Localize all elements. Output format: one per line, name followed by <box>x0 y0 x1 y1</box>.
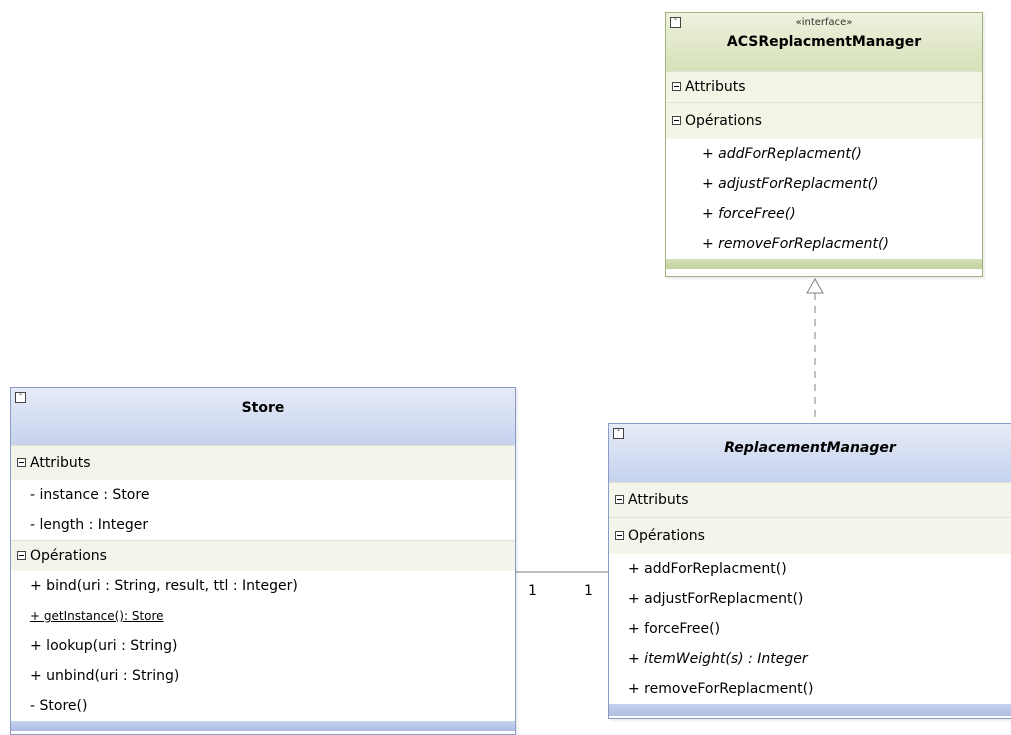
realization-arrowhead <box>806 277 824 294</box>
class-footer <box>609 704 1011 716</box>
operation-row[interactable]: + removeForReplacment() <box>666 229 982 259</box>
section-label: Attributs <box>685 79 746 95</box>
class-name: Store <box>241 400 285 416</box>
replacement-multiplicity: 1 <box>584 583 593 599</box>
operations-section[interactable]: Opérations <box>666 102 982 139</box>
operation-row[interactable]: + forceFree() <box>666 199 982 229</box>
collapse-icon[interactable]: ˆ <box>613 428 624 439</box>
collapse-section-icon[interactable] <box>17 457 26 467</box>
operation-row-static[interactable]: + getInstance(): Store <box>11 601 515 631</box>
operation-row[interactable]: + bind(uri : String, result, ttl : Integ… <box>11 571 515 601</box>
section-label: Attributs <box>628 492 689 508</box>
store-class-box[interactable]: ˆ Store Attributs - instance : Store - l… <box>10 387 516 735</box>
collapse-section-icon[interactable] <box>672 81 681 91</box>
operations-section[interactable]: Opérations <box>11 540 515 571</box>
section-label: Opérations <box>628 528 705 544</box>
operation-row[interactable]: + adjustForReplacment() <box>666 169 982 199</box>
class-header: ˆ ReplacementManager <box>609 424 1011 482</box>
operation-row[interactable]: + unbind(uri : String) <box>11 661 515 691</box>
class-footer <box>666 259 982 269</box>
operation-row[interactable]: + addForReplacment() <box>666 139 982 169</box>
operation-row[interactable]: - Store() <box>11 691 515 721</box>
attributes-section[interactable]: Attributs <box>11 445 515 480</box>
store-multiplicity: 1 <box>528 583 537 599</box>
collapse-section-icon[interactable] <box>17 550 26 560</box>
class-name: ACSReplacmentManager <box>726 34 922 50</box>
operation-row[interactable]: + lookup(uri : String) <box>11 631 515 661</box>
collapse-section-icon[interactable] <box>615 530 624 540</box>
class-header: ˆ Store <box>11 388 515 445</box>
static-operation-text: + getInstance(): Store <box>30 609 164 623</box>
section-label: Opérations <box>685 113 762 129</box>
operation-row[interactable]: + forceFree() <box>609 614 1011 644</box>
operations-section[interactable]: Opérations <box>609 517 1011 554</box>
attribute-row[interactable]: - length : Integer <box>11 510 515 540</box>
collapse-icon[interactable]: ˆ <box>15 392 26 403</box>
operation-row[interactable]: + adjustForReplacment() <box>609 584 1011 614</box>
operation-row[interactable]: + removeForReplacment() <box>609 674 1011 704</box>
collapse-section-icon[interactable] <box>615 494 624 504</box>
class-name: ReplacementManager <box>724 440 896 456</box>
abstract-operation-row[interactable]: + itemWeight(s) : Integer <box>609 644 1011 674</box>
interface-class-box[interactable]: ˆ «interface» ACSReplacmentManager Attri… <box>665 12 983 277</box>
stereotype-label: «interface» <box>795 17 853 28</box>
class-header: ˆ «interface» ACSReplacmentManager <box>666 13 982 71</box>
operation-row[interactable]: + addForReplacment() <box>609 554 1011 584</box>
collapse-icon[interactable]: ˆ <box>670 17 681 28</box>
attributes-section[interactable]: Attributs <box>609 482 1011 517</box>
section-label: Attributs <box>30 455 91 471</box>
class-footer <box>11 721 515 731</box>
replacement-manager-class-box[interactable]: ˆ ReplacementManager Attributs Opération… <box>608 423 1011 719</box>
section-label: Opérations <box>30 548 107 564</box>
attribute-row[interactable]: - instance : Store <box>11 480 515 510</box>
attributes-section[interactable]: Attributs <box>666 71 982 102</box>
collapse-section-icon[interactable] <box>672 115 681 125</box>
